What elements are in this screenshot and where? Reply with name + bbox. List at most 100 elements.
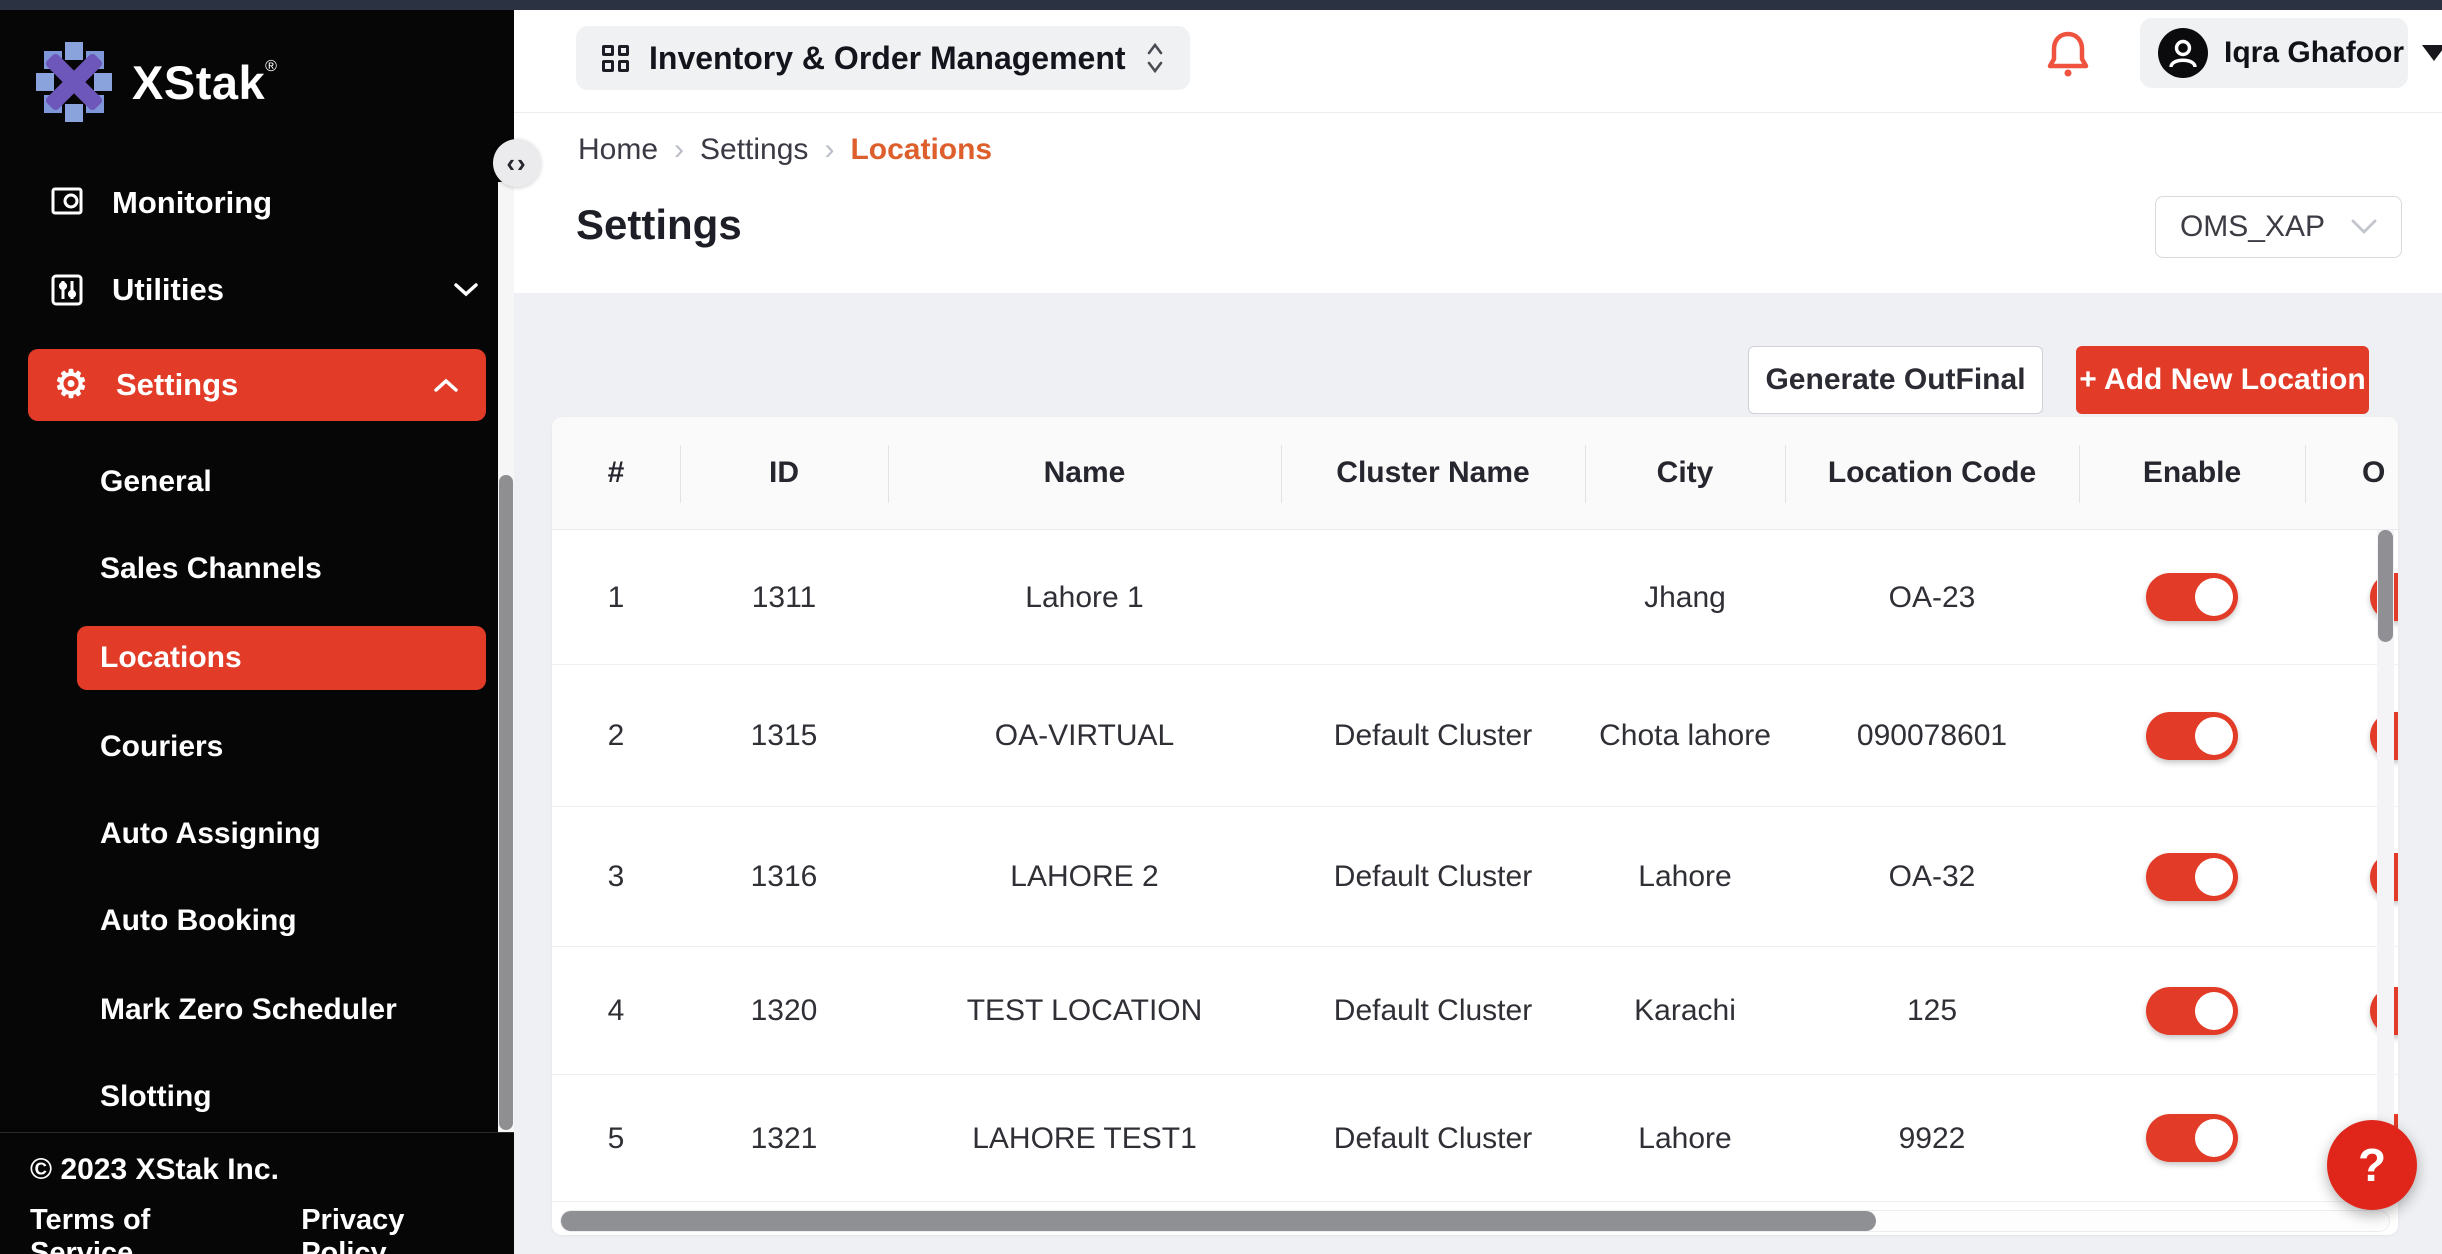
enable-toggle[interactable] [2146, 573, 2238, 621]
sidebar-collapse-button[interactable]: ‹› [493, 139, 541, 187]
terms-of-service-link[interactable]: Terms of Service [30, 1204, 245, 1254]
enable-toggle[interactable] [2146, 987, 2238, 1035]
cell-location-code: 125 [1785, 988, 2079, 1033]
cell-id: 1320 [680, 988, 888, 1033]
column-header-id: ID [680, 417, 888, 529]
column-header-enable: Enable [2079, 417, 2305, 529]
cell-name: LAHORE 2 [888, 854, 1281, 899]
chevron-down-icon [2351, 219, 2377, 235]
sidebar-menu: Monitoring Utilities ⚙︎ Settings Ge [0, 182, 514, 1132]
cell-city: Karachi [1585, 988, 1785, 1033]
avatar [2158, 28, 2208, 78]
subitem-label: Auto Assigning [100, 817, 321, 851]
app-switcher-label: Inventory & Order Management [649, 40, 1126, 77]
cell-num: 2 [552, 713, 680, 758]
sidebar-subitem-auto-booking[interactable]: Auto Booking [0, 892, 514, 950]
privacy-policy-link[interactable]: Privacy Policy [301, 1204, 484, 1254]
cell-num: 3 [552, 854, 680, 899]
cell-id: 1316 [680, 854, 888, 899]
monitor-icon [48, 184, 86, 222]
cell-cluster: Default Cluster [1281, 713, 1585, 758]
generate-outfinal-button[interactable]: Generate OutFinal [1748, 346, 2043, 414]
column-header-operations-clipped: O [2305, 417, 2398, 529]
column-header-num: # [552, 417, 680, 529]
cell-name: Lahore 1 [888, 575, 1281, 620]
cell-location-code: OA-23 [1785, 575, 2079, 620]
enable-toggle[interactable] [2146, 853, 2238, 901]
cell-city: Lahore [1585, 1116, 1785, 1161]
sidebar-item-settings[interactable]: ⚙︎ Settings [28, 349, 486, 421]
breadcrumb-settings[interactable]: Settings [700, 133, 808, 167]
xstak-logo-icon [34, 40, 114, 124]
table-row: 5 1321 LAHORE TEST1 Default Cluster Laho… [552, 1075, 2398, 1202]
cell-location-code: 090078601 [1785, 713, 2079, 758]
table-horizontal-scrollbar-track[interactable] [560, 1210, 2390, 1232]
cell-num: 5 [552, 1116, 680, 1161]
cell-city: Jhang [1585, 575, 1785, 620]
breadcrumb-locations[interactable]: Locations [850, 133, 992, 167]
cell-id: 1315 [680, 713, 888, 758]
caret-down-icon [2422, 45, 2442, 61]
sidebar-subitem-auto-assigning[interactable]: Auto Assigning [0, 805, 514, 863]
table-header: # ID Name Cluster Name City Location Cod… [552, 417, 2398, 530]
table-vertical-scrollbar-track[interactable] [2377, 530, 2394, 1202]
sidebar-subitem-slotting[interactable]: Slotting [0, 1068, 514, 1126]
cell-id: 1311 [680, 575, 888, 620]
registered-mark: ® [265, 58, 277, 75]
cell-name: OA-VIRTUAL [888, 713, 1281, 758]
sidebar-subitem-sales-channels[interactable]: Sales Channels [0, 540, 514, 598]
sidebar-item-utilities[interactable]: Utilities [0, 260, 514, 320]
cell-id: 1321 [680, 1116, 888, 1161]
sidebar-item-label: Utilities [112, 272, 428, 308]
sidebar-scrollbar-thumb[interactable] [499, 475, 513, 1130]
gear-icon: ⚙︎ [52, 366, 90, 404]
subitem-label: Slotting [100, 1080, 212, 1114]
subitem-label: Locations [100, 641, 242, 675]
breadcrumb-home[interactable]: Home [578, 133, 658, 167]
select-arrows-icon [1146, 41, 1164, 75]
cell-name: LAHORE TEST1 [888, 1116, 1281, 1161]
breadcrumb-separator: › [824, 133, 834, 167]
subitem-label: Sales Channels [100, 552, 322, 586]
sidebar-item-label: Settings [116, 367, 408, 403]
subitem-label: General [100, 465, 212, 499]
table-row: 4 1320 TEST LOCATION Default Cluster Kar… [552, 947, 2398, 1075]
sidebar-item-label: Monitoring [112, 185, 478, 221]
table-vertical-scrollbar-thumb[interactable] [2378, 530, 2393, 642]
sidebar-scrollbar-track[interactable] [498, 182, 514, 1132]
sidebar-subitem-general[interactable]: General [0, 453, 514, 511]
workspace-select-value: OMS_XAP [2180, 210, 2325, 244]
workspace-select[interactable]: OMS_XAP [2155, 196, 2402, 258]
apps-grid-icon [602, 45, 629, 72]
cell-num: 4 [552, 988, 680, 1033]
user-menu[interactable]: Iqra Ghafoor [2140, 18, 2408, 88]
locations-table-card: # ID Name Cluster Name City Location Cod… [552, 417, 2398, 1235]
sidebar-footer: © 2023 XStak Inc. Terms of Service Priva… [0, 1132, 514, 1254]
collapse-icon: ‹› [506, 148, 527, 179]
notifications-bell-icon[interactable] [2046, 28, 2090, 80]
column-header-city: City [1585, 417, 1785, 529]
copyright-text: © 2023 XStak Inc. [30, 1153, 484, 1187]
app-switcher[interactable]: Inventory & Order Management [576, 26, 1190, 90]
subitem-label: Couriers [100, 730, 223, 764]
sidebar-subitem-mark-zero-scheduler[interactable]: Mark Zero Scheduler [0, 981, 514, 1039]
table-horizontal-scrollbar-thumb[interactable] [561, 1211, 1876, 1231]
help-button[interactable]: ? [2327, 1120, 2417, 1210]
add-new-location-button[interactable]: + Add New Location [2076, 346, 2369, 414]
brand-name: XStak [132, 56, 265, 109]
cell-city: Chota lahore [1585, 713, 1785, 758]
brand-logo[interactable]: XStak® [34, 40, 277, 124]
breadcrumb-separator: › [674, 133, 684, 167]
table-row: 2 1315 OA-VIRTUAL Default Cluster Chota … [552, 665, 2398, 807]
sidebar-item-monitoring[interactable]: Monitoring [0, 182, 514, 233]
cell-city: Lahore [1585, 854, 1785, 899]
table-row: 1 1311 Lahore 1 Jhang OA-23 [552, 530, 2398, 665]
cell-cluster: Default Cluster [1281, 854, 1585, 899]
enable-toggle[interactable] [2146, 712, 2238, 760]
sidebar-subitem-couriers[interactable]: Couriers [0, 718, 514, 776]
sliders-icon [48, 271, 86, 309]
sidebar-subitem-locations[interactable]: Locations [77, 626, 486, 690]
enable-toggle[interactable] [2146, 1114, 2238, 1162]
top-strip [0, 0, 2442, 10]
header-divider [514, 112, 2442, 113]
